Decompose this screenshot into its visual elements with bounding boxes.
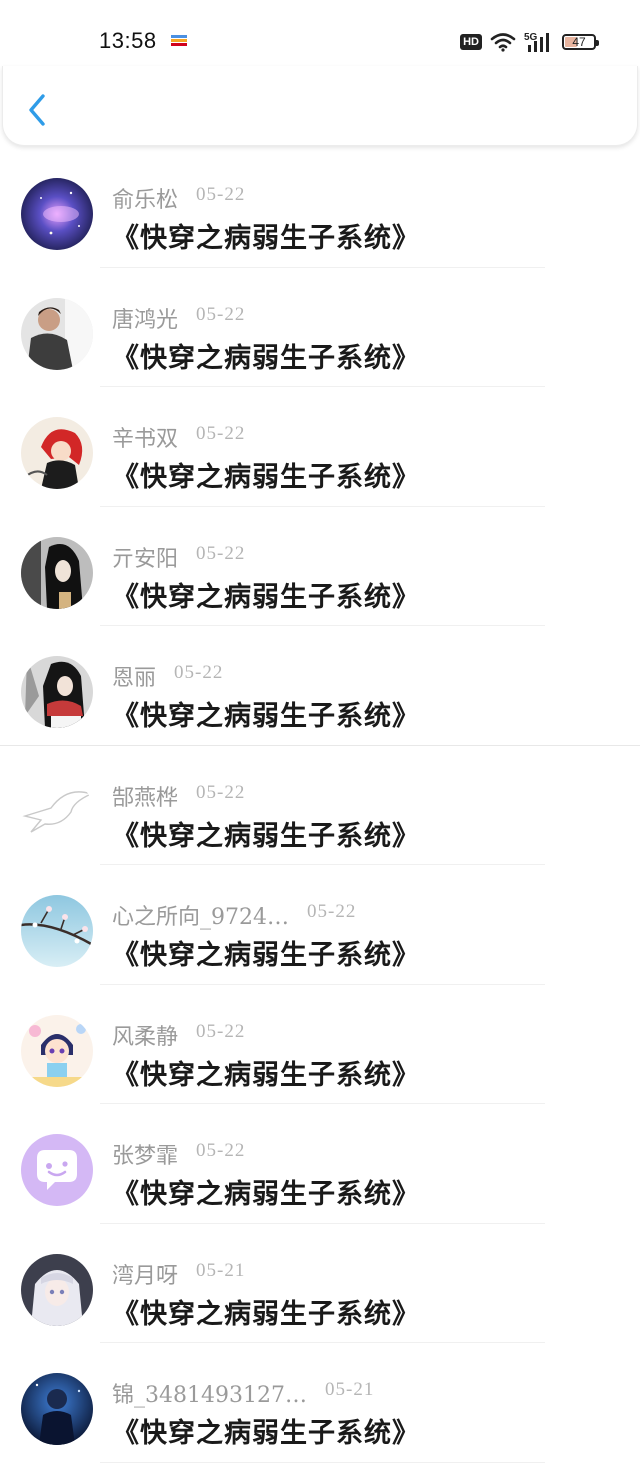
wifi-icon [490, 33, 516, 52]
comment-username[interactable]: 辛书双 [112, 421, 178, 453]
comment-username[interactable]: 湾月呀 [112, 1258, 178, 1290]
battery-indicator: 47 [562, 34, 599, 50]
comment-username[interactable]: 亓安阳 [112, 541, 178, 573]
comment-text: 《快穿之病弱生子系统》 [112, 701, 420, 732]
chevron-left-icon[interactable] [23, 92, 53, 128]
comment-date: 05-22 [196, 184, 246, 205]
comment-date: 05-22 [174, 662, 224, 683]
comment-item[interactable]: 辛书双 05-22 《快穿之病弱生子系统》 [0, 387, 640, 507]
notification-app-icon [171, 35, 187, 46]
avatar[interactable] [21, 895, 93, 967]
comment-item[interactable]: 唐鸿光 05-22 《快穿之病弱生子系统》 [0, 268, 640, 387]
battery-level: 47 [572, 35, 586, 49]
comment-item[interactable]: 恩丽 05-22 《快穿之病弱生子系统》 [0, 626, 640, 746]
comment-item[interactable]: 亓安阳 05-22 《快穿之病弱生子系统》 [0, 507, 640, 626]
comment-username[interactable]: 恩丽 [112, 660, 156, 692]
signal-5g-icon: 5G [524, 32, 549, 52]
comment-username[interactable]: 俞乐松 [112, 182, 178, 214]
avatar[interactable] [21, 178, 93, 250]
comment-username[interactable]: 锦_3481493127… [112, 1377, 307, 1409]
row-divider [100, 1461, 545, 1463]
status-time: 13:58 [99, 28, 157, 53]
comment-date: 05-21 [196, 1259, 246, 1281]
comment-item[interactable]: 郜燕桦 05-22 《快穿之病弱生子系统》 [0, 746, 640, 865]
comment-text: 《快穿之病弱生子系统》 [112, 1298, 420, 1330]
hd-badge: HD [460, 34, 482, 50]
avatar[interactable] [21, 536, 93, 609]
avatar[interactable] [21, 417, 93, 489]
comment-item[interactable]: 张梦霏 05-22 《快穿之病弱生子系统》 [0, 1104, 640, 1224]
avatar[interactable] [21, 775, 93, 848]
avatar[interactable] [21, 297, 93, 370]
avatar[interactable] [21, 1373, 93, 1445]
comment-date: 05-22 [196, 1140, 246, 1161]
navigation-header [2, 66, 638, 146]
comment-username[interactable]: 风柔静 [112, 1019, 178, 1051]
avatar[interactable] [21, 1253, 93, 1326]
comment-date: 05-21 [325, 1379, 375, 1400]
comment-text: 《快穿之病弱生子系统》 [112, 1059, 420, 1091]
comment-text: 《快穿之病弱生子系统》 [112, 223, 420, 254]
comment-item[interactable]: 锦_3481493127… 05-21 《快穿之病弱生子系统》 [0, 1343, 640, 1463]
comment-item[interactable]: 心之所向_9724… 05-22 《快穿之病弱生子系统》 [0, 865, 640, 985]
comment-text: 《快穿之病弱生子系统》 [112, 940, 420, 971]
comment-date: 05-22 [196, 781, 246, 803]
comment-date: 05-22 [196, 1020, 246, 1042]
comment-username[interactable]: 唐鸿光 [112, 302, 178, 334]
avatar[interactable] [21, 1014, 93, 1087]
comment-date: 05-22 [196, 423, 246, 444]
comment-text: 《快穿之病弱生子系统》 [112, 820, 420, 852]
comment-list: 俞乐松 05-22 《快穿之病弱生子系统》 唐鸿光 05-22 《快穿之病弱生子系统》 辛书… [0, 148, 640, 1463]
avatar[interactable] [21, 656, 93, 728]
comment-username[interactable]: 郜燕桦 [112, 780, 178, 812]
status-indicators: HD 5G 47 [460, 31, 599, 53]
comment-item[interactable]: 湾月呀 05-21 《快穿之病弱生子系统》 [0, 1224, 640, 1343]
comment-text: 《快穿之病弱生子系统》 [112, 1418, 420, 1449]
avatar[interactable] [21, 1134, 93, 1206]
comment-date: 05-22 [307, 901, 357, 922]
comment-date: 05-22 [196, 303, 246, 325]
comment-username[interactable]: 心之所向_9724… [112, 899, 289, 931]
comment-username[interactable]: 张梦霏 [112, 1138, 178, 1170]
comment-text: 《快穿之病弱生子系统》 [112, 342, 420, 374]
comment-text: 《快穿之病弱生子系统》 [112, 462, 420, 493]
comment-item[interactable]: 风柔静 05-22 《快穿之病弱生子系统》 [0, 985, 640, 1104]
comment-text: 《快穿之病弱生子系统》 [112, 1179, 420, 1210]
comment-item[interactable]: 俞乐松 05-22 《快穿之病弱生子系统》 [0, 148, 640, 268]
comment-text: 《快穿之病弱生子系统》 [112, 581, 420, 613]
comment-date: 05-22 [196, 542, 246, 564]
